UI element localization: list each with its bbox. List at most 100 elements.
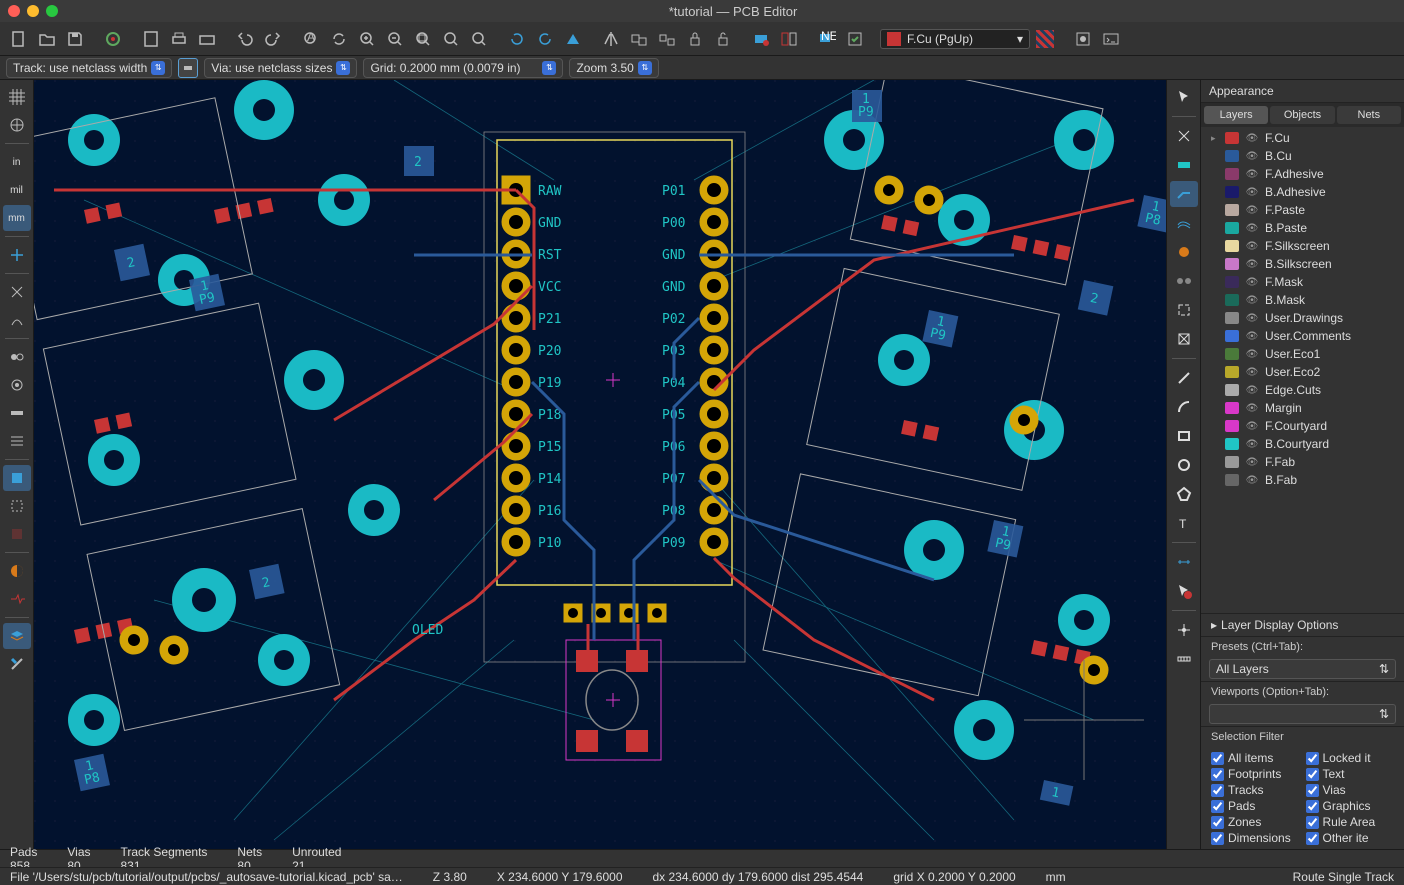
new-file-button[interactable] — [6, 26, 32, 52]
delete-tool[interactable] — [1170, 578, 1198, 604]
layer-row-User.Comments[interactable]: 👁User.Comments — [1201, 327, 1404, 345]
measure-tool[interactable] — [1170, 646, 1198, 672]
grid-selector[interactable]: Grid: 0.2000 mm (0.0079 in) ⇅ — [363, 58, 563, 78]
layer-row-User.Eco2[interactable]: 👁User.Eco2 — [1201, 363, 1404, 381]
filter-rule-area[interactable]: Rule Area — [1306, 815, 1395, 829]
plot-button[interactable] — [194, 26, 220, 52]
footprint-editor-button[interactable] — [748, 26, 774, 52]
cursor-shape-button[interactable] — [3, 242, 31, 268]
layer-row-F.Mask[interactable]: 👁F.Mask — [1201, 273, 1404, 291]
zone-hidden-button[interactable] — [3, 521, 31, 547]
polar-coords-button[interactable] — [3, 112, 31, 138]
layer-row-Edge.Cuts[interactable]: 👁Edge.Cuts — [1201, 381, 1404, 399]
units-mm-button[interactable]: mm — [3, 205, 31, 231]
layers-manager-button[interactable] — [3, 623, 31, 649]
zoom-in-button[interactable] — [354, 26, 380, 52]
tab-nets[interactable]: Nets — [1337, 106, 1401, 124]
net-highlight-button[interactable] — [3, 586, 31, 612]
filter-tracks[interactable]: Tracks — [1211, 783, 1300, 797]
graphic-fill-button[interactable] — [3, 428, 31, 454]
flip-button[interactable] — [560, 26, 586, 52]
layer-row-F.Fab[interactable]: 👁F.Fab — [1201, 453, 1404, 471]
layer-row-User.Eco1[interactable]: 👁User.Eco1 — [1201, 345, 1404, 363]
page-settings-button[interactable] — [138, 26, 164, 52]
filter-vias[interactable]: Vias — [1306, 783, 1395, 797]
layer-row-Margin[interactable]: 👁Margin — [1201, 399, 1404, 417]
layer-row-B.Adhesive[interactable]: 👁B.Adhesive — [1201, 183, 1404, 201]
layer-row-B.Fab[interactable]: 👁B.Fab — [1201, 471, 1404, 489]
zoom-selection-button[interactable] — [438, 26, 464, 52]
save-button[interactable] — [62, 26, 88, 52]
highlight-net-tool[interactable] — [1170, 123, 1198, 149]
route-track-tool[interactable] — [1170, 181, 1198, 207]
select-tool[interactable] — [1170, 84, 1198, 110]
place-text-tool[interactable]: T — [1170, 510, 1198, 536]
ratsnest-curved-button[interactable] — [3, 307, 31, 333]
filter-graphics[interactable]: Graphics — [1306, 799, 1395, 813]
tab-objects[interactable]: Objects — [1270, 106, 1334, 124]
units-inches-button[interactable]: in — [3, 149, 31, 175]
zoom-selector[interactable]: Zoom 3.50 ⇅ — [569, 58, 658, 78]
scripting-console-button[interactable] — [1098, 26, 1124, 52]
plugin-button[interactable] — [1070, 26, 1096, 52]
lock-button[interactable] — [682, 26, 708, 52]
filter-dimensions[interactable]: Dimensions — [1211, 831, 1300, 845]
draw-arc-tool[interactable] — [1170, 394, 1198, 420]
filter-text[interactable]: Text — [1306, 767, 1395, 781]
layer-row-B.Mask[interactable]: 👁B.Mask — [1201, 291, 1404, 309]
pad-fill-button[interactable] — [3, 344, 31, 370]
filter-locked-it[interactable]: Locked it — [1306, 751, 1395, 765]
layer-row-F.Paste[interactable]: 👁F.Paste — [1201, 201, 1404, 219]
place-footprint-tool[interactable] — [1170, 152, 1198, 178]
tune-length-tool[interactable] — [1170, 239, 1198, 265]
dimension-tool[interactable] — [1170, 549, 1198, 575]
board-setup-button[interactable] — [100, 26, 126, 52]
filter-zones[interactable]: Zones — [1211, 815, 1300, 829]
zoom-window-button[interactable] — [46, 5, 58, 17]
route-diff-pair-tool[interactable] — [1170, 210, 1198, 236]
rotate-cw-button[interactable] — [532, 26, 558, 52]
print-button[interactable] — [166, 26, 192, 52]
layer-selector[interactable]: F.Cu (PgUp) ▾ — [880, 29, 1030, 49]
zone-fill-button[interactable] — [3, 465, 31, 491]
find-button[interactable]: A — [298, 26, 324, 52]
draw-circle-tool[interactable] — [1170, 452, 1198, 478]
filter-all-items[interactable]: All items — [1211, 751, 1300, 765]
ungroup-button[interactable] — [654, 26, 680, 52]
undo-button[interactable] — [232, 26, 258, 52]
place-via-tool[interactable] — [1170, 268, 1198, 294]
layer-row-B.Paste[interactable]: 👁B.Paste — [1201, 219, 1404, 237]
filter-other-ite[interactable]: Other ite — [1306, 831, 1395, 845]
via-fill-button[interactable] — [3, 372, 31, 398]
rotate-ccw-button[interactable] — [504, 26, 530, 52]
layer-row-F.Silkscreen[interactable]: 👁F.Silkscreen — [1201, 237, 1404, 255]
draw-rect-tool[interactable] — [1170, 423, 1198, 449]
via-size-selector[interactable]: Via: use netclass sizes ⇅ — [204, 58, 357, 78]
place-rule-area-tool[interactable] — [1170, 326, 1198, 352]
draw-polygon-tool[interactable] — [1170, 481, 1198, 507]
tab-layers[interactable]: Layers — [1204, 106, 1268, 124]
presets-selector[interactable]: All Layers⇅ — [1209, 659, 1396, 679]
viewports-selector[interactable]: ⇅ — [1209, 704, 1396, 724]
contrast-button[interactable] — [3, 558, 31, 584]
mirror-button[interactable] — [598, 26, 624, 52]
track-width-selector[interactable]: Track: use netclass width ⇅ — [6, 58, 172, 78]
auto-track-width-button[interactable] — [178, 58, 198, 78]
set-origin-tool[interactable] — [1170, 617, 1198, 643]
zoom-tool-button[interactable] — [466, 26, 492, 52]
refresh-button[interactable] — [326, 26, 352, 52]
minimize-window-button[interactable] — [27, 5, 39, 17]
drc-button[interactable] — [842, 26, 868, 52]
update-from-schematic-button[interactable]: NET — [814, 26, 840, 52]
layer-row-F.Adhesive[interactable]: 👁F.Adhesive — [1201, 165, 1404, 183]
zone-outline-button[interactable] — [3, 493, 31, 519]
track-fill-button[interactable] — [3, 400, 31, 426]
units-mils-button[interactable]: mil — [3, 177, 31, 203]
draw-line-tool[interactable] — [1170, 365, 1198, 391]
layer-row-B.Cu[interactable]: 👁B.Cu — [1201, 147, 1404, 165]
redo-button[interactable] — [260, 26, 286, 52]
open-file-button[interactable] — [34, 26, 60, 52]
zoom-out-button[interactable] — [382, 26, 408, 52]
close-window-button[interactable] — [8, 5, 20, 17]
layer-pair-button[interactable] — [1032, 26, 1058, 52]
